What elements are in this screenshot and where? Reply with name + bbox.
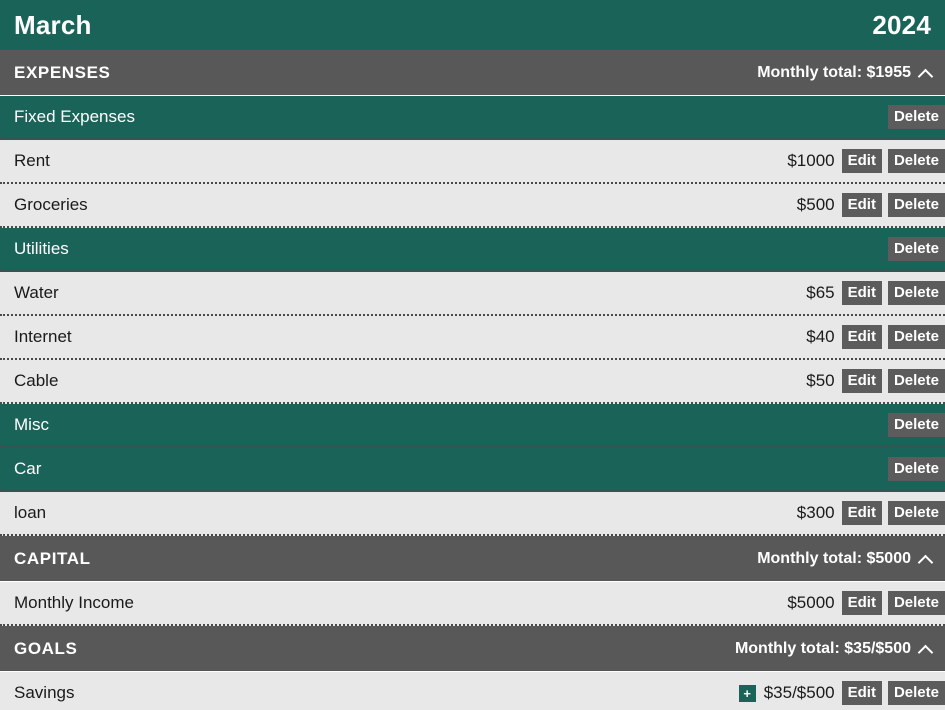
row-actions: Delete xyxy=(887,413,945,437)
delete-button[interactable]: Delete xyxy=(887,591,945,615)
delete-button[interactable]: Delete xyxy=(887,413,945,437)
item-row[interactable]: Rent $1000 Edit Delete xyxy=(0,140,945,184)
row-actions: Delete xyxy=(887,105,945,129)
category-name: Misc xyxy=(14,415,49,434)
item-amount: $300 xyxy=(796,503,835,522)
delete-button[interactable]: Delete xyxy=(887,237,945,261)
item-right: $5000 Edit Delete xyxy=(787,591,945,615)
delete-button[interactable]: Delete xyxy=(887,149,945,173)
edit-button[interactable]: Edit xyxy=(841,149,882,173)
delete-button[interactable]: Delete xyxy=(887,281,945,305)
item-right: $50 Edit Delete xyxy=(806,369,945,393)
item-amount: $500 xyxy=(796,195,835,214)
year-label: 2024 xyxy=(872,9,931,40)
section-title: EXPENSES xyxy=(14,62,111,82)
item-name: Cable xyxy=(14,371,59,390)
edit-button[interactable]: Edit xyxy=(841,681,882,705)
section-header-capital[interactable]: CAPITAL Monthly total: $5000 xyxy=(0,536,945,582)
delete-button[interactable]: Delete xyxy=(887,325,945,349)
item-row[interactable]: Savings + $35/$500 Edit Delete xyxy=(0,672,945,710)
section-summary: Monthly total: $35/$500 xyxy=(735,640,933,658)
item-name: Savings xyxy=(14,683,75,702)
category-row[interactable]: Misc Delete xyxy=(0,404,945,448)
sections-container: EXPENSES Monthly total: $1955 Fixed Expens… xyxy=(0,50,945,710)
section-title: CAPITAL xyxy=(14,548,91,568)
item-name: Internet xyxy=(14,327,72,346)
item-amount: $1000 xyxy=(787,151,835,170)
section-header-goals[interactable]: GOALS Monthly total: $35/$500 xyxy=(0,626,945,672)
item-amount: $5000 xyxy=(787,593,835,612)
item-name: loan xyxy=(14,503,47,522)
category-name: Utilities xyxy=(14,239,69,258)
delete-button[interactable]: Delete xyxy=(887,681,945,705)
section-summary: Monthly total: $5000 xyxy=(757,550,933,568)
chevron-up-icon[interactable] xyxy=(919,66,933,80)
category-row[interactable]: Fixed Expenses Delete xyxy=(0,96,945,140)
item-right: $65 Edit Delete xyxy=(806,281,945,305)
item-row[interactable]: Water $65 Edit Delete xyxy=(0,272,945,316)
section-summary: Monthly total: $1955 xyxy=(757,64,933,82)
category-row[interactable]: Car Delete xyxy=(0,448,945,492)
chevron-up-icon[interactable] xyxy=(919,642,933,656)
row-actions: Delete xyxy=(887,237,945,261)
edit-button[interactable]: Edit xyxy=(841,591,882,615)
section-monthly-total: Monthly total: $35/$500 xyxy=(734,639,911,657)
item-row[interactable]: Groceries $500 Edit Delete xyxy=(0,184,945,228)
section-monthly-total: Monthly total: $5000 xyxy=(757,549,911,567)
category-row[interactable]: Utilities Delete xyxy=(0,228,945,272)
edit-button[interactable]: Edit xyxy=(841,281,882,305)
item-right: $300 Edit Delete xyxy=(797,501,945,525)
section-title: GOALS xyxy=(14,638,78,658)
item-row[interactable]: Cable $50 Edit Delete xyxy=(0,360,945,404)
item-amount: $35/$500 xyxy=(763,683,835,702)
edit-button[interactable]: Edit xyxy=(841,325,882,349)
section-monthly-total: Monthly total: $1955 xyxy=(757,63,911,81)
delete-button[interactable]: Delete xyxy=(887,457,945,481)
item-amount: $50 xyxy=(806,371,835,390)
item-row[interactable]: Internet $40 Edit Delete xyxy=(0,316,945,360)
item-right: + $35/$500 Edit Delete xyxy=(738,681,945,705)
item-right: $1000 Edit Delete xyxy=(787,149,945,173)
budget-app: March 2024 EXPENSES Monthly total: $1955 F… xyxy=(0,0,945,710)
item-name: Water xyxy=(14,283,59,302)
add-contribution-button[interactable]: + xyxy=(738,684,756,702)
month-header: March 2024 xyxy=(0,0,945,50)
delete-button[interactable]: Delete xyxy=(887,501,945,525)
section-header-expenses[interactable]: EXPENSES Monthly total: $1955 xyxy=(0,50,945,96)
edit-button[interactable]: Edit xyxy=(841,193,882,217)
item-amount: $65 xyxy=(806,283,835,302)
chevron-up-icon[interactable] xyxy=(919,552,933,566)
item-row[interactable]: loan $300 Edit Delete xyxy=(0,492,945,536)
category-name: Car xyxy=(14,459,42,478)
item-amount: $40 xyxy=(806,327,835,346)
delete-button[interactable]: Delete xyxy=(887,369,945,393)
edit-button[interactable]: Edit xyxy=(841,369,882,393)
item-name: Rent xyxy=(14,151,50,170)
edit-button[interactable]: Edit xyxy=(841,501,882,525)
delete-button[interactable]: Delete xyxy=(887,193,945,217)
item-name: Groceries xyxy=(14,195,88,214)
item-name: Monthly Income xyxy=(14,593,134,612)
item-right: $40 Edit Delete xyxy=(806,325,945,349)
row-actions: Delete xyxy=(887,457,945,481)
item-right: $500 Edit Delete xyxy=(797,193,945,217)
category-name: Fixed Expenses xyxy=(14,107,135,126)
delete-button[interactable]: Delete xyxy=(887,105,945,129)
item-row[interactable]: Monthly Income $5000 Edit Delete xyxy=(0,582,945,626)
month-label: March xyxy=(14,9,92,40)
